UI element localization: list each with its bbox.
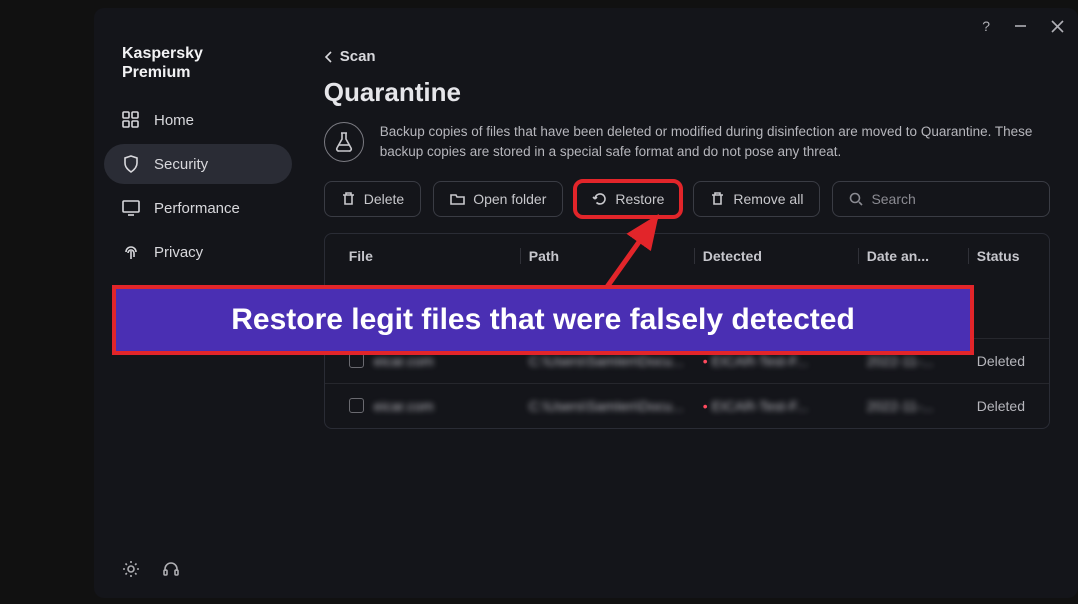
brand: Kaspersky Premium [104, 44, 292, 100]
col-file[interactable]: File [341, 248, 521, 264]
fingerprint-icon [122, 243, 140, 261]
table-header: File Path Detected Date an... Status [325, 234, 1049, 278]
monitor-icon [122, 199, 140, 217]
sidebar-bottom [104, 550, 292, 588]
remove-all-button[interactable]: Remove all [693, 181, 820, 217]
sidebar-item-home[interactable]: Home [104, 100, 292, 140]
flask-icon [324, 122, 364, 162]
button-label: Open folder [473, 191, 546, 207]
sidebar-item-privacy[interactable]: Privacy [104, 232, 292, 272]
nav: Home Security Performance Privacy [104, 100, 292, 272]
description-text: Backup copies of files that have been de… [380, 122, 1050, 163]
cell-date: 2022-11-... [867, 398, 934, 414]
search-field[interactable]: Search [832, 181, 1050, 217]
sidebar-item-performance[interactable]: Performance [104, 188, 292, 228]
delete-button[interactable]: Delete [324, 181, 421, 217]
search-placeholder: Search [871, 191, 915, 207]
button-label: Remove all [733, 191, 803, 207]
col-detected[interactable]: Detected [695, 248, 859, 264]
row-checkbox[interactable] [349, 353, 364, 368]
description-row: Backup copies of files that have been de… [324, 122, 1050, 163]
callout-text: Restore legit files that were falsely de… [231, 303, 855, 337]
shield-icon [122, 155, 140, 173]
sidebar-item-label: Security [154, 156, 208, 173]
restore-icon [592, 191, 607, 206]
close-icon[interactable] [1051, 20, 1064, 33]
brand-line2: Premium [122, 63, 274, 82]
titlebar: ? [94, 8, 1078, 44]
sidebar-item-label: Privacy [154, 244, 203, 261]
annotation-callout: Restore legit files that were falsely de… [112, 285, 974, 355]
home-icon [122, 111, 140, 129]
row-checkbox[interactable] [349, 398, 364, 413]
sidebar-item-label: Performance [154, 200, 240, 217]
back-label: Scan [340, 48, 376, 65]
cell-status: Deleted [977, 398, 1025, 414]
headset-icon[interactable] [162, 560, 180, 578]
open-folder-button[interactable]: Open folder [433, 181, 563, 217]
cell-path: C:\Users\SamIen\Docu... [529, 398, 684, 414]
threat-dot-icon: • [703, 398, 708, 414]
trash-icon [710, 191, 725, 206]
chevron-left-icon [324, 51, 334, 63]
brand-line1: Kaspersky [122, 44, 274, 63]
button-label: Restore [615, 191, 664, 207]
help-icon[interactable]: ? [982, 18, 990, 34]
toolbar: Delete Open folder Restore Remove all Se… [324, 181, 1050, 217]
search-icon [849, 192, 863, 206]
gear-icon[interactable] [122, 560, 140, 578]
back-button[interactable]: Scan [324, 44, 1050, 77]
cell-detected: EICAR-Test-F... [712, 398, 808, 414]
trash-icon [341, 191, 356, 206]
cell-file: eicar.com [374, 398, 434, 414]
col-date[interactable]: Date an... [859, 248, 969, 264]
cell-status: Deleted [977, 353, 1025, 369]
sidebar-item-label: Home [154, 112, 194, 129]
folder-icon [450, 191, 465, 206]
minimize-icon[interactable] [1014, 20, 1027, 33]
button-label: Delete [364, 191, 404, 207]
table-row[interactable]: eicar.com C:\Users\SamIen\Docu... •EICAR… [325, 383, 1049, 428]
col-status[interactable]: Status [969, 248, 1033, 264]
sidebar-item-security[interactable]: Security [104, 144, 292, 184]
page-title: Quarantine [324, 77, 1050, 108]
